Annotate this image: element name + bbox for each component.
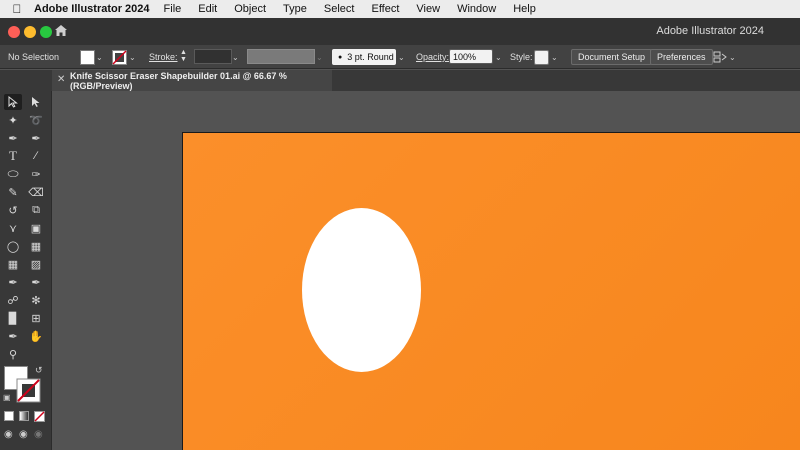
slice-tool-icon[interactable]: ✒ bbox=[4, 328, 22, 344]
draw-normal-icon[interactable]: ◉ bbox=[4, 429, 13, 440]
menu-edit[interactable]: Edit bbox=[198, 3, 217, 15]
stroke-color-swatch[interactable] bbox=[16, 378, 41, 406]
preferences-button[interactable]: Preferences bbox=[650, 49, 713, 65]
color-mode-icon[interactable] bbox=[4, 411, 14, 421]
menu-bar:  Adobe Illustrator 2024 File Edit Objec… bbox=[0, 0, 800, 18]
brush-dot-icon: ● bbox=[338, 53, 343, 61]
zoom-tool-icon[interactable]: ⚲ bbox=[4, 346, 22, 362]
arrange-dropdown-icon[interactable]: ⌄ bbox=[729, 49, 739, 65]
draw-inside-icon[interactable]: ◉ bbox=[34, 429, 43, 440]
style-swatch[interactable] bbox=[534, 49, 549, 65]
style-dropdown-icon[interactable]: ⌄ bbox=[551, 49, 561, 65]
tools-panel: ✦ ➰ ✒ ✒ T ∕ ⬭ ✑ ✎ ⌫ ↺ ⧉ ⋎ ▣ ◯ ▦ ▦ ▨ ✒ ✒ … bbox=[0, 91, 52, 450]
close-window-button[interactable] bbox=[8, 26, 20, 38]
gradient-mode-icon[interactable] bbox=[19, 411, 29, 421]
minimize-window-button[interactable] bbox=[24, 26, 36, 38]
window-title: Adobe Illustrator 2024 bbox=[656, 25, 764, 37]
document-tab[interactable]: Knife Scissor Eraser Shapebuilder 01.ai … bbox=[52, 70, 332, 91]
home-icon[interactable] bbox=[54, 24, 68, 40]
type-tool-icon[interactable]: T bbox=[4, 148, 22, 164]
symbol-sprayer-tool-icon[interactable]: ✻ bbox=[27, 292, 45, 308]
opacity-input[interactable]: 100% bbox=[449, 49, 493, 64]
artboard[interactable] bbox=[182, 132, 800, 450]
menu-effect[interactable]: Effect bbox=[371, 3, 399, 15]
stroke-swatch[interactable] bbox=[112, 49, 127, 65]
document-tab-bar: Knife Scissor Eraser Shapebuilder 01.ai … bbox=[0, 70, 800, 91]
brush-definition[interactable]: ● 3 pt. Round bbox=[332, 49, 396, 65]
paintbrush-tool-icon[interactable]: ✑ bbox=[27, 166, 45, 182]
arrange-documents-icon[interactable] bbox=[713, 49, 727, 65]
pencil-tool-icon[interactable]: ✎ bbox=[4, 184, 22, 200]
stroke-weight-dropdown-icon[interactable]: ⌄ bbox=[232, 49, 242, 65]
menu-window[interactable]: Window bbox=[457, 3, 496, 15]
stroke-weight-input[interactable] bbox=[194, 49, 232, 64]
rotate-tool-icon[interactable]: ↺ bbox=[4, 202, 22, 218]
fill-swatch[interactable] bbox=[80, 49, 95, 65]
blend-tool-icon[interactable]: ☍ bbox=[4, 292, 22, 308]
document-tab-title: Knife Scissor Eraser Shapebuilder 01.ai … bbox=[70, 70, 287, 91]
eyedropper-tool-icon[interactable]: ✒ bbox=[4, 274, 22, 290]
brush-dropdown-icon[interactable]: ⌄ bbox=[398, 49, 408, 65]
profile-dropdown-icon[interactable]: ⌄ bbox=[316, 49, 326, 65]
close-tab-icon[interactable]: ✕ bbox=[57, 74, 65, 85]
free-transform-tool-icon[interactable]: ▣ bbox=[27, 220, 45, 236]
document-setup-button[interactable]: Document Setup bbox=[571, 49, 653, 65]
draw-behind-icon[interactable]: ◉ bbox=[19, 429, 28, 440]
opacity-dropdown-icon[interactable]: ⌄ bbox=[495, 49, 505, 65]
hand-tool-icon[interactable]: ✋ bbox=[27, 328, 45, 344]
eraser-tool-icon[interactable]: ⌫ bbox=[27, 184, 45, 200]
line-segment-tool-icon[interactable]: ∕ bbox=[27, 148, 45, 164]
curvature-tool-icon[interactable]: ✒ bbox=[27, 130, 45, 146]
artboard-tool-icon[interactable]: ⊞ bbox=[27, 310, 45, 326]
width-tool-icon[interactable]: ⋎ bbox=[4, 220, 22, 236]
perspective-grid-tool-icon[interactable]: ▦ bbox=[27, 238, 45, 254]
selection-tool-icon[interactable] bbox=[4, 94, 22, 110]
selection-status: No Selection bbox=[8, 52, 60, 62]
variable-width-profile[interactable] bbox=[247, 49, 315, 64]
style-label: Style: bbox=[510, 52, 533, 62]
opacity-label[interactable]: Opacity: bbox=[416, 49, 449, 65]
shape-builder-tool-icon[interactable]: ◯ bbox=[4, 238, 22, 254]
brush-label: 3 pt. Round bbox=[347, 52, 394, 62]
app-menu[interactable]: Adobe Illustrator 2024 bbox=[34, 3, 150, 15]
menu-object[interactable]: Object bbox=[234, 3, 266, 15]
gradient-tool-icon[interactable]: ▨ bbox=[27, 256, 45, 272]
control-bar: No Selection ⌄ ⌄ Stroke: ▲ ▼ ⌄ ⌄ ● 3 pt. … bbox=[0, 45, 800, 69]
none-mode-icon[interactable] bbox=[34, 411, 45, 425]
direct-selection-tool-icon[interactable] bbox=[27, 94, 45, 110]
default-fill-stroke-icon[interactable]: ▣ bbox=[3, 393, 11, 402]
graph-tool-icon[interactable]: ▉ bbox=[4, 310, 22, 326]
white-ellipse-shape[interactable] bbox=[302, 208, 421, 372]
apple-icon[interactable]:  bbox=[0, 2, 34, 16]
menu-select[interactable]: Select bbox=[324, 3, 355, 15]
menu-type[interactable]: Type bbox=[283, 3, 307, 15]
ellipse-tool-icon[interactable]: ⬭ bbox=[4, 166, 22, 182]
magic-wand-tool-icon[interactable]: ✦ bbox=[4, 112, 22, 128]
canvas-area[interactable] bbox=[52, 91, 800, 450]
zoom-window-button[interactable] bbox=[40, 26, 52, 38]
fill-dropdown-icon[interactable]: ⌄ bbox=[96, 49, 106, 65]
scale-tool-icon[interactable]: ⧉ bbox=[27, 202, 45, 218]
pen-tool-icon[interactable]: ✒ bbox=[4, 130, 22, 146]
menu-help[interactable]: Help bbox=[513, 3, 536, 15]
stroke-weight-stepper[interactable]: ▲ ▼ bbox=[180, 49, 187, 65]
swap-fill-stroke-icon[interactable]: ↺ bbox=[35, 365, 43, 376]
menu-file[interactable]: File bbox=[164, 3, 182, 15]
mesh-tool-icon[interactable]: ▦ bbox=[4, 256, 22, 272]
menu-view[interactable]: View bbox=[416, 3, 440, 15]
stroke-dropdown-icon[interactable]: ⌄ bbox=[129, 49, 139, 65]
title-bar: Adobe Illustrator 2024 bbox=[0, 18, 800, 45]
measure-tool-icon[interactable]: ✒ bbox=[27, 274, 45, 290]
lasso-tool-icon[interactable]: ➰ bbox=[27, 112, 45, 128]
stroke-label[interactable]: Stroke: bbox=[149, 49, 178, 65]
